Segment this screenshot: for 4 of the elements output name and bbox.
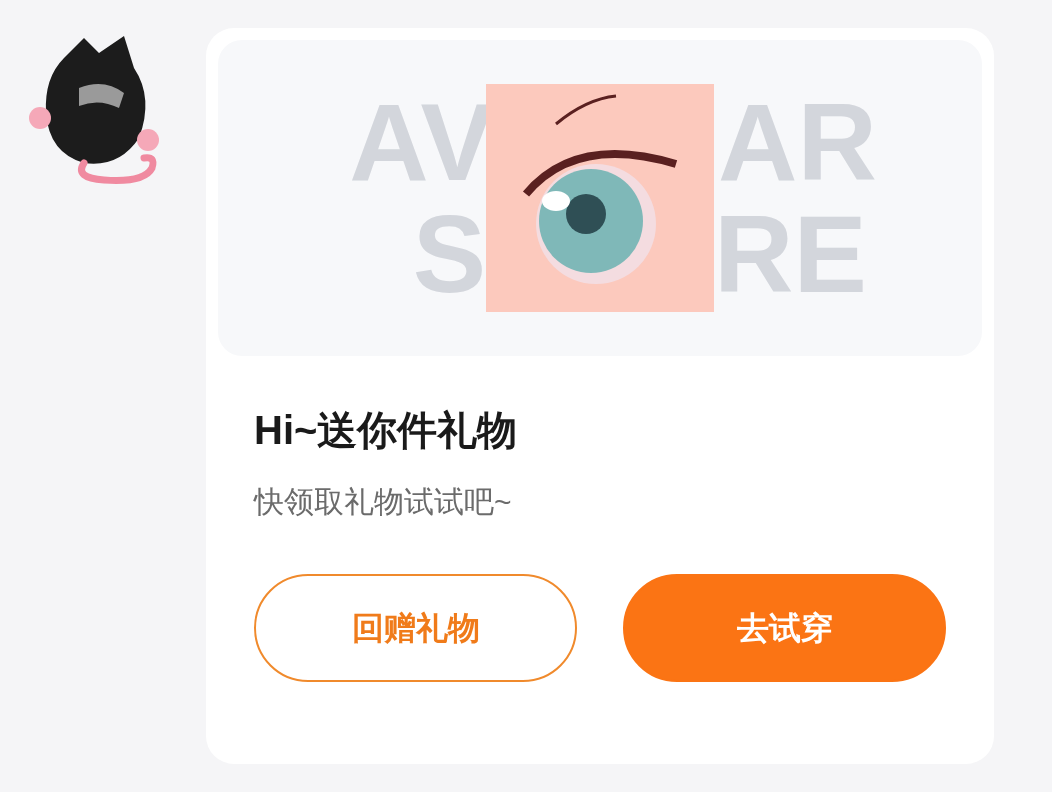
message-subtitle: 快领取礼物试试吧~: [254, 484, 513, 520]
action-button[interactable]: 去试穿: [623, 574, 946, 682]
action-button[interactable]: 回赠礼物: [254, 574, 577, 682]
message-title: Hi~送你件礼物: [254, 407, 519, 454]
